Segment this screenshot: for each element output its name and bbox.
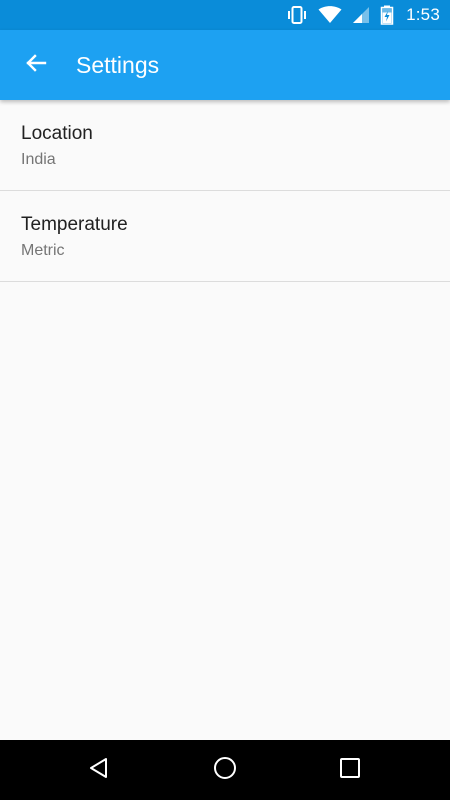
nav-bar <box>0 740 450 800</box>
status-time: 1:53 <box>406 5 440 24</box>
nav-home-button[interactable] <box>205 750 245 790</box>
setting-item-temperature[interactable]: Temperature Metric <box>0 191 450 282</box>
settings-list: Location India Temperature Metric <box>0 100 450 282</box>
back-button[interactable] <box>14 43 58 87</box>
status-bar: 1:53 <box>0 0 450 30</box>
nav-recents-button[interactable] <box>330 750 370 790</box>
recents-square-icon <box>339 757 361 784</box>
status-icons: 1:53 <box>276 0 440 30</box>
arrow-back-icon <box>24 51 48 80</box>
setting-title-temperature: Temperature <box>21 214 128 235</box>
setting-title-location: Location <box>21 123 93 144</box>
setting-item-location[interactable]: Location India <box>0 100 450 191</box>
page-title: Settings <box>76 52 160 78</box>
battery-charging-icon <box>380 5 394 25</box>
setting-summary-location: India <box>21 151 56 168</box>
wifi-icon <box>318 6 342 24</box>
vibrate-icon <box>286 5 308 25</box>
back-triangle-icon <box>88 756 112 785</box>
signal-icon <box>352 6 370 24</box>
nav-back-button[interactable] <box>80 750 120 790</box>
setting-summary-temperature: Metric <box>21 242 65 259</box>
app-bar: Settings <box>0 30 450 100</box>
home-circle-icon <box>212 755 238 786</box>
